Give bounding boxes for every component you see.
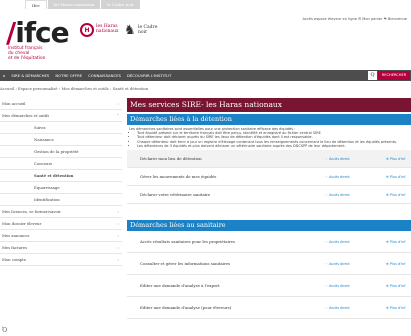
chevron-right-icon: ›	[117, 257, 119, 262]
haras-logo[interactable]: H les Haras nationaux	[80, 23, 119, 37]
chevron-right-icon: ›	[117, 101, 119, 106]
haras-emblem-icon: H	[80, 23, 94, 37]
breadcrumb[interactable]: Accueil › Espace personnalisé › Mes déma…	[0, 86, 148, 91]
sidebar-item-demarches[interactable]: Mes démarches et outils ˅	[0, 110, 122, 122]
search-icon[interactable]: Q	[368, 71, 377, 80]
sidebar-item-dossier[interactable]: Mon dossier éleveur ›	[0, 218, 122, 230]
tab-haras[interactable]: les Haras nationaux	[47, 0, 101, 9]
chevron-right-icon: ›	[117, 209, 119, 214]
sidebar-item-annonces[interactable]: Mes annonces ›	[0, 230, 122, 242]
table-row: Editer une demande d'analyse à l'export …	[127, 275, 411, 298]
access-direct-link[interactable]: ☞ Accès direct	[325, 240, 350, 244]
sidebar-item-concours[interactable]: Concours	[0, 158, 122, 170]
horse-rider-icon: ♞	[124, 23, 136, 38]
chevron-right-icon: ›	[117, 233, 119, 238]
row-label: Accès résultats sanitaires pour les prop…	[140, 239, 235, 245]
sidebar-item-compte[interactable]: Mon compte ›	[0, 254, 122, 266]
sidebar-item-propriete[interactable]: Gestion de la propriété	[0, 146, 122, 158]
more-info-link[interactable]: ⊕ Plus d'inf	[386, 193, 405, 197]
access-direct-link[interactable]: ☞ Accès direct	[325, 175, 350, 179]
page-title: Mes services SIRE- les Haras nationaux	[127, 98, 411, 112]
access-direct-link[interactable]: ☞ Accès direct	[325, 306, 350, 310]
sidebar-item-accueil[interactable]: Mon accueil ›	[0, 98, 122, 110]
table-row: Déclarer mon lieu de détention ☞ Accès d…	[127, 150, 411, 169]
search-button[interactable]: RECHERCHER	[378, 71, 410, 80]
section-intro: Les démarches sanitaires sont essentiell…	[127, 125, 411, 150]
logo-wordmark: /ifce	[6, 16, 70, 49]
row-label: Editer une demande d'analyse à l'export	[140, 283, 220, 289]
tab-ifce[interactable]: Ifce	[25, 0, 47, 9]
chevron-right-icon: ›	[117, 221, 119, 226]
section-title-detention: Démarches liées à la détention	[127, 114, 411, 125]
top-links[interactable]: Accès espace éleveur en ligne ✉ Mon pani…	[302, 17, 407, 21]
main-nav: ⌂ SIRE & DÉMARCHES NOTRE OFFRE CONNAISSA…	[0, 70, 411, 81]
table-row: Déclarer votre vétérinaire sanitaire ☞ A…	[127, 186, 411, 205]
top-tabs: Ifce les Haras nationaux le Cadre noir	[25, 0, 210, 9]
row-label: Gérer les mouvements de mes équidés	[140, 174, 217, 180]
sidebar-item-licences[interactable]: Mes licences, se former/savoir ›	[0, 206, 122, 218]
nav-connaissances[interactable]: CONNAISSANCES	[85, 73, 124, 78]
more-info-link[interactable]: ⊕ Plus d'inf	[386, 240, 405, 244]
sidebar-item-factures[interactable]: Mes factures ›	[0, 242, 122, 254]
access-direct-link[interactable]: ☞ Accès direct	[325, 262, 350, 266]
more-info-link[interactable]: ⊕ Plus d'inf	[386, 306, 405, 310]
chevron-down-icon: ˅	[117, 113, 119, 118]
tab-cadre-noir[interactable]: le Cadre noir	[101, 0, 140, 9]
more-info-link[interactable]: ⊕ Plus d'inf	[386, 175, 405, 179]
access-direct-link[interactable]: ☞ Accès direct	[325, 284, 350, 288]
access-direct-link[interactable]: ☞ Accès direct	[325, 157, 350, 161]
table-row: Editer une demande d'analyse (pour éleve…	[127, 297, 411, 320]
row-label: Consulter et gérer les informations sani…	[140, 261, 231, 267]
nav-offre[interactable]: NOTRE OFFRE	[52, 73, 85, 78]
row-label: Editer une demande d'analyse (pour éleve…	[140, 305, 232, 311]
sidebar-item-sante[interactable]: Santé et détention	[0, 170, 122, 182]
row-label: Déclarer mon lieu de détention	[140, 156, 202, 162]
section-title-sanitaire: Démarches liées au sanitaire	[127, 220, 411, 232]
more-info-link[interactable]: ⊕ Plus d'inf	[386, 262, 405, 266]
sidebar: Mon accueil › Mes démarches et outils ˅ Su…	[0, 98, 122, 266]
main-content: Mes services SIRE- les Haras nationaux D…	[127, 98, 411, 320]
nav-institut[interactable]: DÉCOUVRIR L'INSTITUT	[124, 73, 174, 78]
table-row: Gérer les mouvements de mes équidés ☞ Ac…	[127, 168, 411, 187]
cadre-noir-logo[interactable]: ♞ le Cadre noir	[124, 23, 157, 38]
sidebar-item-suivis[interactable]: Suivis	[0, 122, 122, 134]
row-label: Déclarer votre vétérinaire sanitaire	[140, 192, 211, 198]
nav-home-icon[interactable]: ⌂	[0, 73, 8, 78]
sidebar-item-identification[interactable]: Identification	[0, 194, 122, 206]
chevron-right-icon: ›	[117, 245, 119, 250]
access-direct-link[interactable]: ☞ Accès direct	[325, 193, 350, 197]
logo-subtitle: Institut français du cheval et de l'équi…	[8, 46, 46, 61]
more-info-link[interactable]: ⊕ Plus d'inf	[386, 284, 405, 288]
bottom-marker-icon: Ὁ	[2, 327, 8, 334]
more-info-link[interactable]: ⊕ Plus d'inf	[386, 157, 405, 161]
table-row: Accès résultats sanitaires pour les prop…	[127, 231, 411, 254]
sidebar-item-equarrissage[interactable]: Equarrissage	[0, 182, 122, 194]
nav-sire[interactable]: SIRE & DÉMARCHES	[8, 73, 52, 78]
sidebar-item-naissance[interactable]: Naissance	[0, 134, 122, 146]
table-row: Consulter et gérer les informations sani…	[127, 253, 411, 276]
